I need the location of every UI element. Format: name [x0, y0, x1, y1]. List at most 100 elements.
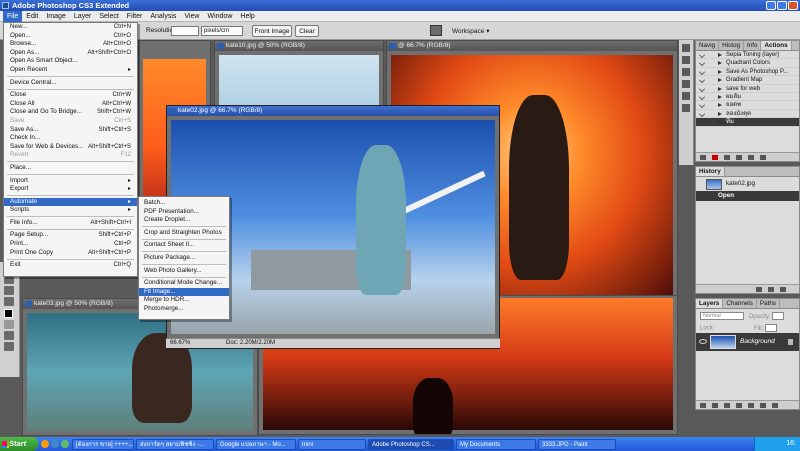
file-menu-item-print-one-copy[interactable]: Print One Copy Alt+Shift+Ctrl+P [4, 249, 137, 258]
toggle-check-icon[interactable] [699, 68, 705, 75]
trash-icon[interactable] [780, 287, 786, 292]
taskbar-item[interactable]: [ต้องการ ขาย] ++++... [72, 438, 134, 450]
menu-window[interactable]: Window [203, 11, 236, 22]
maximize-button[interactable] [777, 1, 787, 10]
file-menu-item-close[interactable]: Close Ctrl+W [4, 91, 137, 100]
document-title-bar-active[interactable]: kate02.jpg @ 66.7% (RGB/8) [167, 106, 499, 116]
toggle-check-icon[interactable] [699, 52, 705, 58]
toggle-check-icon[interactable] [699, 119, 705, 126]
file-menu-item-open-as[interactable]: Open As... Alt+Shift+Ctrl+O [4, 49, 137, 58]
navigator-icon[interactable] [682, 44, 690, 52]
file-menu-item-device-central[interactable]: Device Central... [4, 79, 137, 88]
file-menu-item-open-recent[interactable]: Open Recent ▸ [4, 66, 137, 75]
action-item[interactable]: save for web [696, 85, 799, 93]
doc-size[interactable]: Doc: 2.20M/2.20M [226, 339, 275, 348]
action-item[interactable]: Sepia Toning (layer) [696, 51, 799, 60]
file-menu-item-open[interactable]: Open... Ctrl+O [4, 32, 137, 41]
file-menu-item-file-info[interactable]: File Info... Alt+Shift+Ctrl+I [4, 219, 137, 228]
file-menu-item-close-all[interactable]: Close All Alt+Ctrl+W [4, 100, 137, 109]
menu-help[interactable]: Help [236, 11, 258, 22]
tab-channels[interactable]: Channels [723, 299, 757, 308]
menu-file[interactable]: File [3, 10, 23, 22]
file-menu-item-export[interactable]: Export ▸ [4, 185, 137, 194]
expand-triangle-icon[interactable] [718, 120, 722, 125]
expand-triangle-icon[interactable] [718, 53, 722, 57]
file-menu-item-scripts[interactable]: Scripts ▸ [4, 206, 137, 215]
trash-icon[interactable] [760, 155, 766, 160]
brushes-icon[interactable] [682, 104, 690, 112]
paragraph-icon[interactable] [682, 92, 690, 100]
layer-style-icon[interactable] [712, 403, 718, 408]
menu-edit[interactable]: Edit [22, 11, 42, 22]
file-menu-item-page-setup[interactable]: Page Setup... Shift+Ctrl+P [4, 231, 137, 240]
document-title-bar[interactable]: kate10.jpg @ 50% (RGB/8) [215, 41, 383, 51]
minimize-button[interactable] [766, 1, 776, 10]
expand-triangle-icon[interactable] [718, 111, 722, 116]
stop-icon[interactable] [700, 155, 706, 160]
histogram-icon[interactable] [682, 56, 690, 64]
action-item[interactable]: Quadrant Colors [696, 59, 799, 68]
file-menu-item-browse[interactable]: Browse... Alt+Ctrl+O [4, 40, 137, 49]
clear-button[interactable]: Clear [295, 25, 319, 37]
history-state-current[interactable]: Open [696, 191, 799, 201]
automate-item-crop-and-straighten-photos[interactable]: Crop and Straighten Photos [139, 229, 229, 238]
menu-layer[interactable]: Layer [70, 11, 96, 22]
character-icon[interactable] [682, 80, 690, 88]
workspace-menu[interactable]: Workspace ▾ [452, 27, 489, 35]
expand-triangle-icon[interactable] [718, 103, 722, 108]
action-item[interactable]: ผมส้ม [696, 93, 799, 102]
tab-info[interactable]: Info [744, 41, 762, 50]
menu-select[interactable]: Select [95, 11, 122, 22]
layer-mask-icon[interactable] [724, 403, 730, 408]
file-menu-item-print[interactable]: Print... Ctrl+P [4, 240, 137, 249]
opacity-input[interactable] [772, 312, 785, 320]
automate-item-fit-image[interactable]: Fit Image... [139, 287, 229, 297]
expand-triangle-icon[interactable] [718, 61, 722, 66]
play-icon[interactable] [724, 155, 730, 160]
automate-item-pdf-presentation[interactable]: PDF Presentation... [139, 208, 229, 217]
new-action-icon[interactable] [748, 155, 754, 160]
automate-item-picture-package[interactable]: Picture Package... [139, 254, 229, 263]
resolution-unit-select[interactable]: pixels/cm [201, 26, 243, 36]
file-menu-item-import[interactable]: Import ▸ [4, 177, 137, 186]
start-button[interactable]: Start [0, 437, 38, 451]
media-icon[interactable] [61, 440, 69, 448]
info-icon[interactable] [682, 68, 690, 76]
front-image-button[interactable]: Front Image [252, 25, 292, 37]
action-item[interactable]: ทีม [696, 118, 799, 127]
action-item[interactable]: ยอดพ [696, 101, 799, 110]
taskbar-item[interactable]: Google แปลภาษา - Mo... [216, 438, 296, 450]
layer-row-background[interactable]: Background [696, 333, 799, 351]
automate-item-photomerge[interactable]: Photomerge... [139, 305, 229, 314]
menu-image[interactable]: Image [42, 11, 69, 22]
file-menu-item-save-as[interactable]: Save As... Shift+Ctrl+S [4, 126, 137, 135]
file-menu-item-save-for-web-devices[interactable]: Save for Web & Devices... Alt+Shift+Ctrl+… [4, 143, 137, 152]
fill-input[interactable] [765, 324, 778, 332]
toggle-check-icon[interactable] [699, 110, 705, 117]
action-item[interactable]: Gradient Map [696, 76, 799, 85]
firefox-icon[interactable] [41, 440, 49, 448]
document-title-bar[interactable]: @ 66.7% (RGB/8) [387, 41, 677, 51]
menu-filter[interactable]: Filter [123, 11, 147, 22]
toggle-check-icon[interactable] [699, 93, 705, 100]
automate-item-conditional-mode-change[interactable]: Conditional Mode Change... [139, 279, 229, 288]
trash-icon[interactable] [772, 403, 778, 408]
resolution-input[interactable] [171, 26, 199, 36]
zoom-level[interactable]: 66.67% [170, 339, 190, 348]
blend-mode-select[interactable]: Normal [700, 312, 744, 320]
visibility-eye-icon[interactable] [699, 339, 707, 344]
clock[interactable]: 16: [786, 440, 796, 447]
file-menu-item-check-in[interactable]: Check In... [4, 134, 137, 143]
close-button[interactable] [788, 1, 798, 10]
taskbar-item[interactable]: My Documents [456, 438, 536, 450]
tab-history[interactable]: History [696, 167, 725, 176]
new-set-icon[interactable] [736, 155, 742, 160]
link-layers-icon[interactable] [700, 403, 706, 408]
file-menu-item-new[interactable]: New... Ctrl+N [4, 23, 137, 32]
toggle-check-icon[interactable] [699, 77, 705, 84]
action-item[interactable]: Save As Photoshop P... [696, 68, 799, 77]
file-menu-item-close-and-go-to-bridge[interactable]: Close and Go To Bridge... Shift+Ctrl+W [4, 108, 137, 117]
new-document-icon[interactable] [756, 287, 762, 292]
quick-mask-icon[interactable] [4, 320, 14, 329]
history-snapshot[interactable]: kate02.jpg [696, 177, 799, 191]
